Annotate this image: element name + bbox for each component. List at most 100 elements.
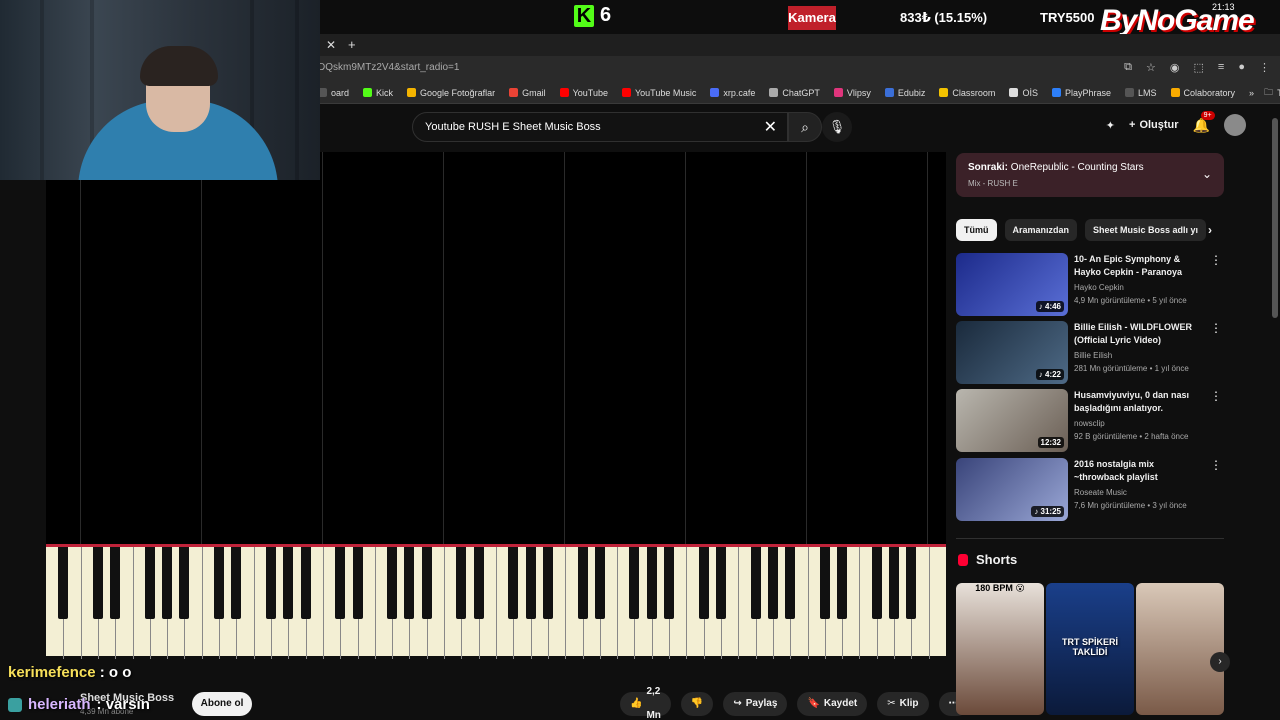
bookmark-icon: 🔖 xyxy=(807,698,820,709)
bookmark-item[interactable]: PlayPhrase xyxy=(1051,88,1111,98)
puzzle-icon[interactable]: ⬚ xyxy=(1194,61,1204,74)
kick-viewer-count: 6 xyxy=(600,4,612,26)
system-clock: 21:13 xyxy=(1212,2,1235,12)
up-next-title: OneRepublic - Counting Stars xyxy=(1010,162,1144,173)
short-card[interactable]: 180 BPM 😮 xyxy=(956,583,1044,715)
search-button[interactable]: ⌕ xyxy=(788,112,822,142)
like-button[interactable]: 👍 2,2 Mn xyxy=(620,686,671,720)
create-button[interactable]: + Oluştur xyxy=(1129,119,1179,131)
bookmark-item[interactable]: YouTube Music xyxy=(621,88,696,98)
chevron-down-icon[interactable]: ⌄ xyxy=(1202,167,1212,181)
video-channel[interactable]: Roseate Music xyxy=(1074,488,1127,497)
video-channel[interactable]: nowsclip xyxy=(1074,419,1105,428)
bookmark-item[interactable]: Kick xyxy=(363,88,393,98)
notifications-button[interactable]: 🔔 9+ xyxy=(1193,110,1215,134)
bookmark-item[interactable]: ChatGPT xyxy=(769,88,820,98)
more-vertical-icon[interactable]: ⋮ xyxy=(1210,389,1222,403)
more-vertical-icon[interactable]: ⋮ xyxy=(1210,458,1222,472)
bookmark-item[interactable]: Classroom xyxy=(939,88,995,98)
url-text[interactable]: DQskm9MTz2V4&start_radio=1 xyxy=(318,62,459,73)
search-query[interactable]: Youtube RUSH E Sheet Music Boss xyxy=(425,121,601,133)
address-bar[interactable]: DQskm9MTz2V4&start_radio=1 ⧉ ☆ ◉ ⬚ ≡ ● ⋮ xyxy=(318,56,1280,82)
extension-icon[interactable]: ◉ xyxy=(1170,61,1180,74)
streamer-hair xyxy=(140,46,218,86)
black-key xyxy=(92,547,103,619)
bookmark-item[interactable]: Edubiz xyxy=(884,87,926,98)
video-title[interactable]: Billie Eilish - WILDFLOWER (Official Lyr… xyxy=(1074,321,1206,347)
save-button[interactable]: 🔖 Kaydet xyxy=(797,692,868,716)
bookmark-item[interactable]: xrp.cafe xyxy=(710,88,755,98)
chevron-right-icon[interactable]: › xyxy=(1208,219,1212,241)
black-key xyxy=(421,547,432,619)
video-player[interactable] xyxy=(46,152,946,659)
bookmark-item[interactable]: YouTube xyxy=(559,88,608,98)
recommended-video[interactable]: ♪ 4:46 10- An Epic Symphony & Hayko Cepki… xyxy=(956,253,1224,317)
falling-notes-gridline xyxy=(201,152,202,544)
bookmark-item[interactable]: Gmail xyxy=(509,88,546,98)
white-key-divider xyxy=(201,547,203,659)
falling-notes-gridline xyxy=(927,152,928,544)
video-title[interactable]: Husamviyuviyu, 0 dan nası başladığını an… xyxy=(1074,389,1206,415)
search-input[interactable]: Youtube RUSH E Sheet Music Boss ✕ xyxy=(412,112,788,142)
black-key xyxy=(231,547,242,619)
bookmark-label: Vlipsy xyxy=(846,87,871,98)
gift-icon[interactable]: ✦ xyxy=(1106,119,1115,132)
bookmark-favicon-icon xyxy=(363,88,373,97)
recommended-video[interactable]: ♪ 31:25 2016 nostalgia mix ~throwback pla… xyxy=(956,458,1224,522)
voice-search-button[interactable]: 🎙 xyxy=(822,112,852,142)
media-control-icon[interactable]: ≡ xyxy=(1218,61,1224,74)
video-title[interactable]: 10- An Epic Symphony & Hayko Cepkin - Pa… xyxy=(1074,253,1206,279)
black-key xyxy=(58,547,69,619)
recommended-video[interactable]: ♪ 4:22 Billie Eilish - WILDFLOWER (Offici… xyxy=(956,321,1224,385)
video-thumbnail[interactable]: ♪ 4:22 xyxy=(956,321,1068,384)
video-title[interactable]: 2016 nostalgia mix ~throwback playlist xyxy=(1074,458,1206,484)
video-thumbnail[interactable]: 12:32 xyxy=(956,389,1068,452)
black-key xyxy=(750,547,761,619)
install-app-icon[interactable]: ⧉ xyxy=(1124,61,1132,74)
price-ticker: 833₺ (15.15%) xyxy=(900,10,988,25)
all-bookmarks-folder[interactable]: 🗀Tüm Yer İşaretleri xyxy=(1264,85,1280,101)
video-thumbnail[interactable]: ♪ 31:25 xyxy=(956,458,1068,521)
video-channel[interactable]: Hayko Cepkin xyxy=(1074,283,1124,292)
bookmark-item[interactable]: LMS xyxy=(1124,88,1157,98)
chip-from-search[interactable]: Aramanızdan xyxy=(1004,219,1078,241)
video-channel[interactable]: Billie Eilish xyxy=(1074,351,1112,360)
chat-message: heleriath: varsın xyxy=(8,696,150,713)
profile-icon[interactable]: ● xyxy=(1238,61,1245,74)
page-scrollbar[interactable] xyxy=(1272,118,1278,318)
folder-icon: 🗀 xyxy=(1264,86,1274,97)
youtube-header: Youtube RUSH E Sheet Music Boss ✕ ⌕ 🎙 ✦ … xyxy=(318,104,1280,150)
bookmark-star-icon[interactable]: ☆ xyxy=(1146,61,1156,74)
chip-all[interactable]: Tümü xyxy=(956,219,997,241)
clip-button[interactable]: ✂ Klip xyxy=(877,692,929,716)
bookmark-label: Edubiz xyxy=(897,87,926,98)
bookmark-item[interactable]: Vlipsy xyxy=(833,87,871,98)
bookmark-favicon-icon xyxy=(1009,88,1019,97)
bookmark-item[interactable]: oard xyxy=(318,88,349,98)
white-key-divider xyxy=(374,547,376,659)
more-vertical-icon[interactable]: ⋮ xyxy=(1210,321,1222,335)
shorts-next-button[interactable]: › xyxy=(1210,652,1230,672)
chat-text: : o o xyxy=(99,664,132,681)
bookmark-item[interactable]: OİS xyxy=(1009,88,1038,98)
dislike-button[interactable]: 👎 xyxy=(680,692,714,716)
black-key xyxy=(889,547,900,619)
up-next-panel[interactable]: Sonraki: OneRepublic - Counting Stars Mi… xyxy=(956,153,1224,197)
bookmark-label: OİS xyxy=(1022,87,1038,98)
account-avatar[interactable] xyxy=(1224,114,1246,136)
clear-search-icon[interactable]: ✕ xyxy=(764,117,777,137)
recommended-video[interactable]: 12:32 Husamviyuviyu, 0 dan nası başladığı… xyxy=(956,389,1224,453)
short-card[interactable] xyxy=(1136,583,1224,715)
browser-menu-icon[interactable]: ⋮ xyxy=(1259,61,1270,74)
video-thumbnail[interactable]: ♪ 4:46 xyxy=(956,253,1068,316)
tab-close-icon[interactable]: ✕ xyxy=(326,34,336,56)
bookmarks-overflow-button[interactable]: » xyxy=(1249,88,1254,98)
more-vertical-icon[interactable]: ⋮ xyxy=(1210,253,1222,267)
bookmark-item[interactable]: Colaboratory xyxy=(1170,88,1235,98)
subscribe-button[interactable]: Abone ol xyxy=(192,692,252,716)
chip-channel[interactable]: Sheet Music Boss adlı yı xyxy=(1085,219,1207,241)
new-tab-icon[interactable]: + xyxy=(348,34,356,56)
share-button[interactable]: ↪ Paylaş xyxy=(723,692,788,716)
short-card[interactable]: TRT SPİKERİ TAKLİDİ xyxy=(1046,583,1134,715)
bookmark-item[interactable]: Google Fotoğraflar xyxy=(407,88,495,98)
